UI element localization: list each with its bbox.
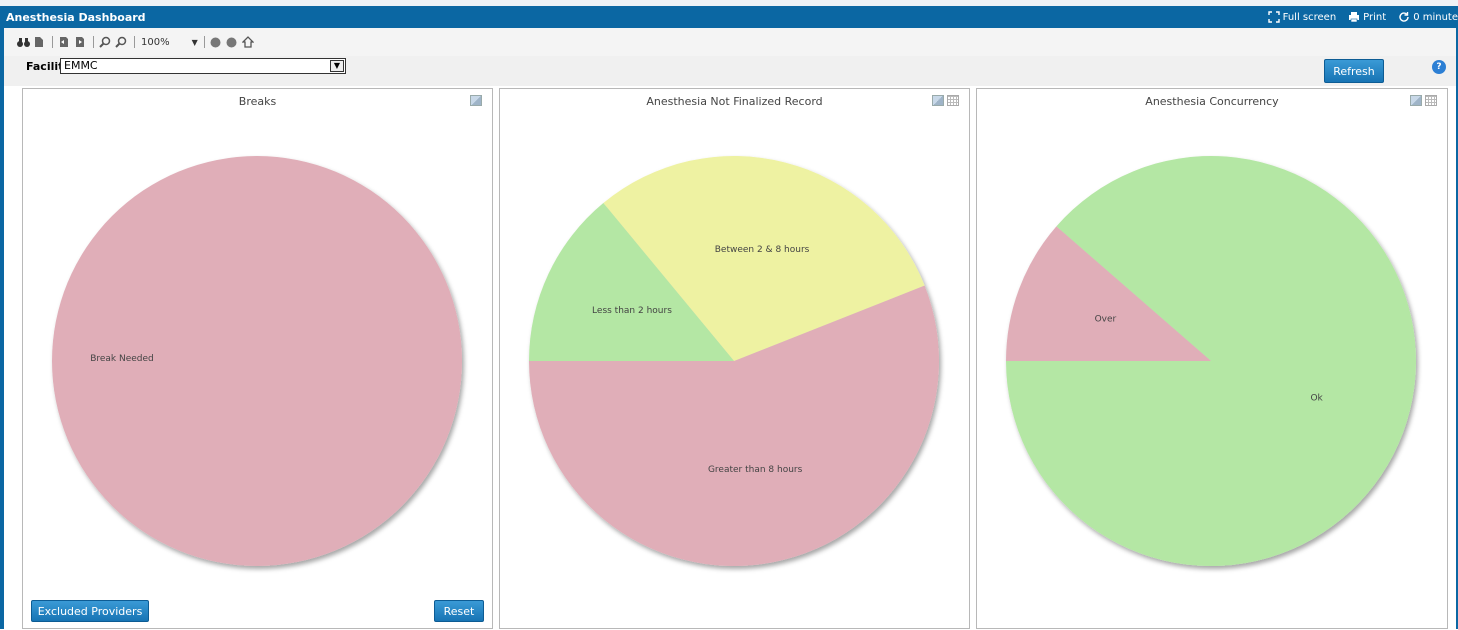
- concurrency-panel: Anesthesia Concurrency Ok Over: [976, 88, 1448, 629]
- record-back-icon[interactable]: [209, 35, 223, 49]
- fullscreen-label: Full screen: [1282, 11, 1337, 23]
- concurrency-pie-chart: Ok Over: [1006, 155, 1416, 566]
- toolbar-separator: [134, 36, 135, 48]
- print-button[interactable]: Print: [1348, 11, 1386, 23]
- page-icon[interactable]: [32, 35, 46, 49]
- report-toolbar: 100% ▼: [4, 28, 1456, 56]
- facility-value: EMMC: [64, 59, 98, 72]
- fullscreen-button[interactable]: Full screen: [1267, 11, 1337, 23]
- not-finalized-panel: Anesthesia Not Finalized Record Greater …: [499, 88, 970, 629]
- pie-label-greater-than-8-hours: Greater than 8 hours: [708, 465, 803, 475]
- auto-refresh-button[interactable]: 0 minute: [1398, 11, 1458, 23]
- zoom-out-icon[interactable]: [114, 35, 128, 49]
- title-actions: Full screen Print 0 minute: [1256, 11, 1458, 23]
- auto-refresh-label: 0 minute: [1413, 11, 1458, 23]
- printer-icon: [1349, 12, 1360, 23]
- toolbar-separator: [52, 36, 53, 48]
- pie-label-break-needed: Break Needed: [90, 354, 154, 364]
- find-binoculars-icon[interactable]: [16, 35, 30, 49]
- fullscreen-icon: [1267, 11, 1280, 23]
- home-icon[interactable]: [241, 35, 255, 49]
- zoom-in-icon[interactable]: [98, 35, 112, 49]
- help-icon[interactable]: ?: [1432, 60, 1446, 74]
- chevron-down-icon: ▼: [191, 37, 198, 47]
- not-finalized-pie-chart: Greater than 8 hours Between 2 & 8 hours L…: [529, 156, 939, 566]
- record-forward-icon[interactable]: [225, 35, 239, 49]
- breaks-pie-chart: Break Needed: [52, 156, 462, 566]
- left-frame-border: [0, 28, 4, 629]
- reset-button[interactable]: Reset: [434, 600, 484, 622]
- refresh-cycle-icon: [1399, 12, 1409, 22]
- refresh-button[interactable]: Refresh: [1324, 59, 1384, 83]
- facility-select[interactable]: EMMC ▼: [60, 58, 346, 74]
- pie-label-ok: Ok: [1310, 394, 1323, 404]
- pie-label-less-than-2-hours: Less than 2 hours: [592, 306, 672, 316]
- next-page-icon[interactable]: [73, 35, 87, 49]
- pie-label-between-2-8-hours: Between 2 & 8 hours: [715, 245, 810, 255]
- app-title: Anesthesia Dashboard: [6, 10, 146, 24]
- title-bar: Anesthesia Dashboard Full screen Print 0…: [0, 0, 1458, 28]
- breaks-panel: Breaks Break Needed Excluded Providers R…: [22, 88, 493, 629]
- excluded-providers-button[interactable]: Excluded Providers: [31, 600, 149, 622]
- toolbar-separator: [93, 36, 94, 48]
- previous-page-icon[interactable]: [57, 35, 71, 49]
- print-label: Print: [1363, 11, 1387, 23]
- pie-label-over: Over: [1095, 314, 1117, 324]
- zoom-select[interactable]: 100% ▼: [141, 37, 200, 48]
- toolbar-separator: [203, 36, 205, 48]
- zoom-value: 100%: [141, 36, 170, 48]
- filter-bar: Facility EMMC ▼ Refresh ?: [4, 56, 1456, 86]
- chevron-down-icon: ▼: [330, 60, 344, 72]
- anesthesia-dashboard: Anesthesia Dashboard Full screen Print 0…: [0, 0, 1458, 629]
